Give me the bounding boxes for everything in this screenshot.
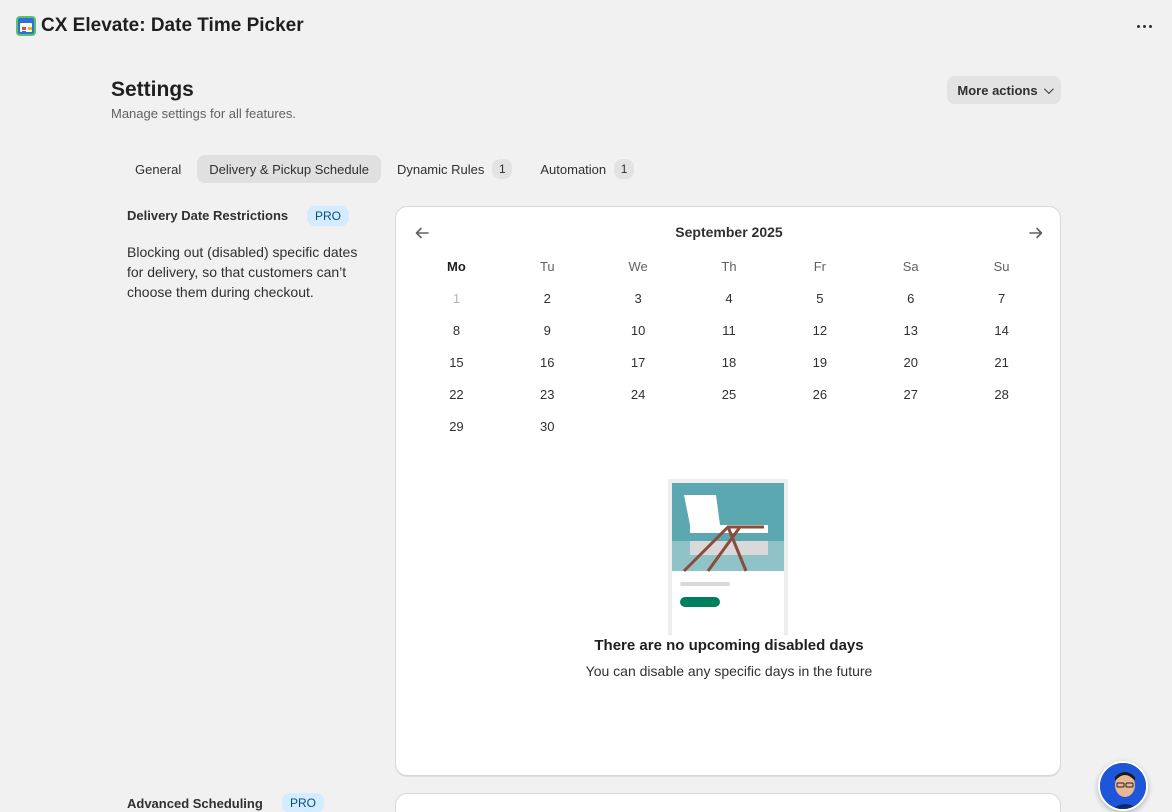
weekday-label: Mo: [447, 258, 466, 274]
calendar-day[interactable]: 11: [684, 314, 775, 346]
more-actions-button[interactable]: More actions: [947, 76, 1061, 104]
pro-badge: PRO: [307, 206, 350, 226]
calendar-app-icon: [16, 16, 36, 36]
tab-label: Delivery & Pickup Schedule: [209, 161, 369, 177]
weekday-label: Fr: [813, 258, 826, 274]
calendar-day[interactable]: 29: [411, 410, 502, 442]
calendar-day[interactable]: 9: [502, 314, 593, 346]
calendar-month-label: September 2025: [675, 224, 783, 240]
tab-dynamic-rules[interactable]: Dynamic Rules 1: [385, 155, 524, 183]
calendar-empty-cell: [865, 410, 956, 442]
calendar-day[interactable]: 6: [865, 282, 956, 314]
section-title-advanced-scheduling: Advanced Scheduling: [127, 796, 263, 811]
advanced-scheduling-card: [395, 793, 1061, 812]
calendar-day[interactable]: 16: [502, 346, 593, 378]
calendar-empty-cell: [956, 410, 1047, 442]
calendar-day[interactable]: 13: [865, 314, 956, 346]
weekday-label: Su: [993, 258, 1010, 274]
section-title-restrictions: Delivery Date Restrictions: [127, 208, 289, 223]
calendar-day[interactable]: 21: [956, 346, 1047, 378]
next-month-arrow-icon[interactable]: [1026, 223, 1046, 243]
tab-automation[interactable]: Automation 1: [528, 155, 646, 183]
calendar-day[interactable]: 26: [774, 378, 865, 410]
calendar-day[interactable]: 3: [593, 282, 684, 314]
page-subtitle: Manage settings for all features.: [111, 106, 296, 121]
calendar-day[interactable]: 5: [774, 282, 865, 314]
calendar-empty-cell: [684, 410, 775, 442]
calendar-day[interactable]: 24: [593, 378, 684, 410]
calendar-day[interactable]: 19: [774, 346, 865, 378]
tab-general[interactable]: General: [123, 155, 193, 183]
pro-badge: PRO: [282, 793, 325, 812]
calendar-day[interactable]: 27: [865, 378, 956, 410]
tab-delivery-pickup-schedule[interactable]: Delivery & Pickup Schedule: [197, 155, 381, 183]
calendar-day[interactable]: 22: [411, 378, 502, 410]
calendar-day[interactable]: 30: [502, 410, 593, 442]
calendar-day[interactable]: 25: [684, 378, 775, 410]
count-badge: 1: [492, 159, 513, 179]
person-avatar-icon: [1100, 763, 1146, 809]
weekday-label: Sa: [902, 258, 919, 274]
calendar-day[interactable]: 4: [684, 282, 775, 314]
more-actions-label: More actions: [957, 82, 1038, 98]
calendar-day[interactable]: 17: [593, 346, 684, 378]
calendar-day[interactable]: 8: [411, 314, 502, 346]
calendar-day[interactable]: 2: [502, 282, 593, 314]
calendar-day[interactable]: 1: [411, 282, 502, 314]
calendar-card: September 2025 Mo Tu We Th Fr Sa Su 1234…: [395, 206, 1061, 776]
empty-state-title: There are no upcoming disabled days: [594, 637, 864, 654]
calendar-week-row: 1234567: [411, 282, 1047, 314]
calendar-day[interactable]: 14: [956, 314, 1047, 346]
calendar-grid: Mo Tu We Th Fr Sa Su 1 2 3 4 5 6 7 8 9 10 11 12 13 14…: [411, 250, 1047, 442]
section-description: Blocking out (disabled) specific dates f…: [127, 244, 358, 300]
page-title: Settings: [111, 78, 194, 101]
calendar-empty-cell: [593, 410, 684, 442]
calendar-day[interactable]: 23: [502, 378, 593, 410]
calendar-day[interactable]: 18: [684, 346, 775, 378]
calendar-week-row: 22 23 24 25 26 27 28: [411, 378, 1047, 410]
weekday-label: We: [628, 258, 648, 274]
more-options-icon[interactable]: [1132, 14, 1156, 38]
calendar-day[interactable]: 10: [593, 314, 684, 346]
settings-tabs: General Delivery & Pickup Schedule Dynam…: [123, 155, 646, 183]
weekday-header-row: Mo Tu We Th Fr Sa Su: [411, 250, 1047, 282]
empty-state-subtitle: You can disable any specific days in the…: [585, 663, 873, 679]
tab-label: Automation: [540, 161, 607, 177]
calendar-weeks: 1 2 3 4 5 6 7 8 9 10 11 12 13 14 15 16 17 18 19 20 21 22 23 24 2…: [411, 282, 1047, 442]
calendar-day[interactable]: 15: [411, 346, 502, 378]
app-title: CX Elevate: Date Time Picker: [41, 15, 304, 36]
support-chat-avatar[interactable]: [1098, 761, 1148, 811]
empty-state-illustration: [668, 479, 788, 635]
calendar-day[interactable]: 12: [774, 314, 865, 346]
chevron-down-icon: [1043, 83, 1054, 94]
count-badge: 1: [614, 159, 635, 179]
tab-label: Dynamic Rules: [396, 161, 485, 177]
calendar-week-row: 15 16 17 18 19 20 21: [411, 346, 1047, 378]
app-header: CX Elevate: Date Time Picker: [0, 0, 1172, 52]
calendar-day[interactable]: 28: [956, 378, 1047, 410]
weekday-label: Tu: [539, 258, 555, 274]
calendar-week-row: 8 9 10 11 12 13 14: [411, 314, 1047, 346]
weekday-label: Th: [721, 258, 737, 274]
tab-label: General: [135, 161, 182, 177]
calendar-day[interactable]: 20: [865, 346, 956, 378]
calendar-day[interactable]: 7: [956, 282, 1047, 314]
calendar-week-row: 29 30: [411, 410, 1047, 442]
calendar-empty-cell: [774, 410, 865, 442]
